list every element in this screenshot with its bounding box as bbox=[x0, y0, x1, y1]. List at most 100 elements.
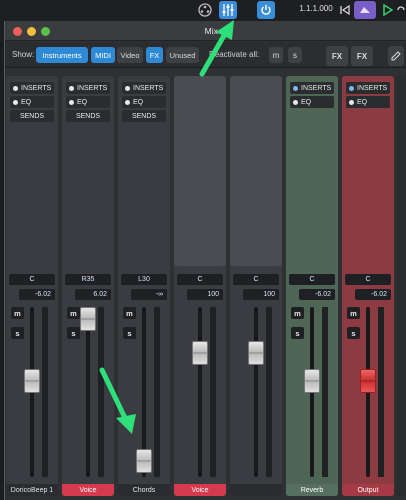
channel-rack: INSERTS EQ bbox=[342, 76, 394, 266]
inserts-indicator bbox=[13, 85, 18, 91]
pan-control[interactable]: C bbox=[289, 274, 335, 285]
inserts-button[interactable]: INSERTS bbox=[66, 82, 110, 94]
channel-name[interactable]: Chords bbox=[118, 484, 170, 496]
mixer-toolbar: Show: Instruments MIDI Video FX Unused D… bbox=[5, 42, 406, 68]
inserts-label: INSERTS bbox=[77, 84, 108, 92]
eq-label: EQ bbox=[357, 98, 368, 106]
volume-field[interactable]: 100 bbox=[243, 289, 279, 300]
minimize-button[interactable] bbox=[27, 27, 36, 36]
level-meter bbox=[98, 307, 104, 477]
filter-unused-button[interactable]: Unused bbox=[166, 47, 199, 63]
eq-indicator bbox=[69, 99, 74, 105]
inserts-button[interactable]: INSERTS bbox=[290, 82, 334, 94]
close-button[interactable] bbox=[13, 27, 22, 36]
fader-section: C 100 Voice bbox=[174, 269, 226, 496]
volume-field[interactable]: -6.02 bbox=[299, 289, 335, 300]
level-meter bbox=[42, 307, 48, 477]
mute-button[interactable]: m bbox=[67, 307, 80, 319]
deactivate-solo-button[interactable]: s bbox=[288, 47, 302, 63]
sends-button[interactable]: SENDS bbox=[10, 110, 54, 122]
channel-name[interactable]: Output bbox=[342, 484, 394, 496]
rewind-icon[interactable] bbox=[336, 1, 354, 19]
volume-field[interactable]: 6.02 bbox=[75, 289, 111, 300]
zoom-button[interactable] bbox=[41, 27, 50, 36]
eq-button[interactable]: EQ bbox=[10, 96, 54, 108]
sends-button[interactable]: SENDS bbox=[66, 110, 110, 122]
channel-name[interactable] bbox=[230, 484, 282, 496]
volume-fader[interactable] bbox=[80, 307, 96, 331]
eq-indicator bbox=[125, 99, 130, 105]
pan-control[interactable]: C bbox=[9, 274, 55, 285]
scrollbar[interactable] bbox=[396, 76, 406, 496]
inserts-label: INSERTS bbox=[133, 84, 164, 92]
channel-rack-empty bbox=[230, 76, 282, 266]
eq-button[interactable]: EQ bbox=[290, 96, 334, 108]
mute-button[interactable]: m bbox=[291, 307, 304, 319]
eq-button[interactable]: EQ bbox=[346, 96, 390, 108]
inserts-button[interactable]: INSERTS bbox=[346, 82, 390, 94]
mute-button[interactable]: m bbox=[347, 307, 360, 319]
filter-video-button[interactable]: Video bbox=[117, 47, 143, 63]
fx-sends-button[interactable]: FX bbox=[351, 46, 373, 66]
volume-fader[interactable] bbox=[136, 449, 152, 473]
volume-fader[interactable] bbox=[192, 341, 208, 365]
app-toolbar: 1.1.1.000 bbox=[0, 0, 406, 21]
solo-button[interactable]: s bbox=[11, 327, 24, 339]
filter-instruments-button[interactable]: Instruments bbox=[36, 47, 88, 63]
fx-inserts-button[interactable]: FX bbox=[326, 46, 348, 66]
inserts-button[interactable]: INSERTS bbox=[10, 82, 54, 94]
eq-button[interactable]: EQ bbox=[122, 96, 166, 108]
pan-control[interactable]: C bbox=[345, 274, 391, 285]
volume-field[interactable]: -6.02 bbox=[355, 289, 391, 300]
filter-midi-button[interactable]: MIDI bbox=[91, 47, 115, 63]
fader-track bbox=[254, 307, 258, 477]
mute-button[interactable]: m bbox=[123, 307, 136, 319]
fader-section: C -6.02 m s DoricoBeep 1 bbox=[6, 269, 58, 496]
channel-name[interactable]: Voice bbox=[62, 484, 114, 496]
volume-fader[interactable] bbox=[248, 341, 264, 365]
solo-button[interactable]: s bbox=[291, 327, 304, 339]
solo-button[interactable]: s bbox=[67, 327, 80, 339]
eq-label: EQ bbox=[21, 98, 32, 106]
volume-field[interactable]: -∞ bbox=[131, 289, 167, 300]
edit-icon[interactable] bbox=[388, 46, 404, 66]
fader-section: C 100 bbox=[230, 269, 282, 496]
channel-name[interactable]: Reverb bbox=[286, 484, 338, 496]
volume-fader[interactable] bbox=[360, 369, 376, 393]
solo-button[interactable]: s bbox=[123, 327, 136, 339]
level-meter bbox=[378, 307, 384, 477]
eq-indicator bbox=[349, 99, 354, 105]
inserts-button[interactable]: INSERTS bbox=[122, 82, 166, 94]
mute-button[interactable]: m bbox=[11, 307, 24, 319]
eq-button[interactable]: EQ bbox=[66, 96, 110, 108]
channel-name[interactable]: Voice bbox=[174, 484, 226, 496]
volume-field[interactable]: -6.02 bbox=[19, 289, 55, 300]
pan-control[interactable]: R35 bbox=[65, 274, 111, 285]
deactivate-all-label: Deactivate all: bbox=[209, 50, 260, 59]
fader-section: L30 -∞ m s Chords bbox=[118, 269, 170, 496]
volume-field[interactable]: 100 bbox=[187, 289, 223, 300]
pan-control[interactable]: C bbox=[233, 274, 279, 285]
volume-fader[interactable] bbox=[304, 369, 320, 393]
power-icon[interactable] bbox=[257, 1, 275, 19]
filter-fx-button[interactable]: FX bbox=[146, 47, 163, 63]
cycle-icon[interactable] bbox=[395, 1, 406, 19]
sends-button[interactable]: SENDS bbox=[122, 110, 166, 122]
pan-control[interactable]: L30 bbox=[121, 274, 167, 285]
channel-rack: INSERTS EQ SENDS bbox=[62, 76, 114, 266]
eq-indicator bbox=[13, 99, 18, 105]
inserts-indicator bbox=[293, 85, 298, 91]
mixer-icon[interactable] bbox=[219, 1, 237, 19]
film-reel-icon[interactable] bbox=[196, 1, 214, 19]
channel-name[interactable]: DoricoBeep 1 bbox=[6, 484, 58, 496]
inserts-indicator bbox=[349, 85, 354, 91]
volume-fader[interactable] bbox=[24, 369, 40, 393]
pan-control[interactable]: C bbox=[177, 274, 223, 285]
inserts-indicator bbox=[69, 85, 74, 91]
solo-button[interactable]: s bbox=[347, 327, 360, 339]
eq-label: EQ bbox=[301, 98, 312, 106]
channel-strip-voice: INSERTS EQ SENDS R35 6.02 m s Voice bbox=[62, 76, 114, 496]
deactivate-mute-button[interactable]: m bbox=[269, 47, 283, 63]
record-icon[interactable] bbox=[354, 1, 376, 19]
channel-rack-empty bbox=[174, 76, 226, 266]
